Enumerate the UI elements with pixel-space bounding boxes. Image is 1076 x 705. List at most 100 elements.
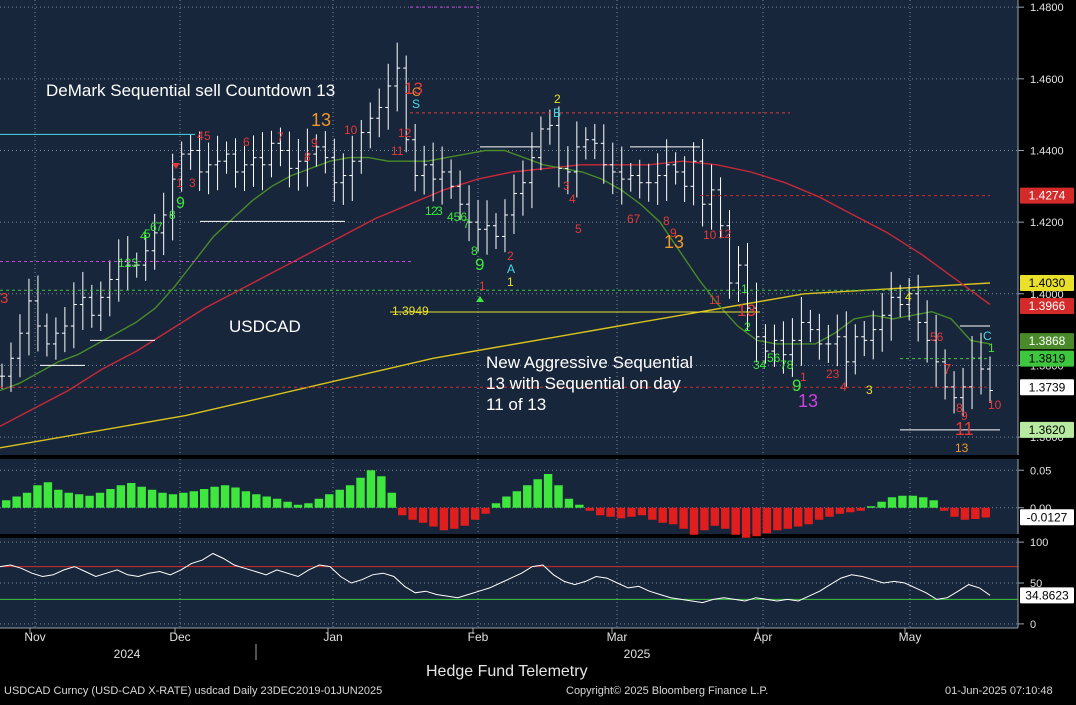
- momentum-bar: [64, 492, 73, 508]
- momentum-bar: [512, 491, 522, 508]
- td-count-label: 12: [718, 227, 732, 241]
- momentum-bar: [981, 507, 990, 518]
- momentum-bar: [689, 507, 699, 535]
- momentum-bar: [710, 507, 720, 526]
- momentum-bar: [168, 494, 178, 508]
- momentum-bar: [481, 507, 490, 514]
- momentum-tag: -0.0127: [1027, 510, 1068, 524]
- td-count-label: 4: [905, 290, 912, 304]
- td-count-label: 13: [737, 301, 756, 320]
- momentum-bar: [366, 470, 376, 508]
- momentum-bar: [846, 507, 855, 513]
- momentum-bar: [54, 489, 63, 508]
- td-count-label: C: [412, 85, 421, 99]
- momentum-bar: [74, 494, 84, 508]
- momentum-bar: [616, 507, 626, 519]
- td-count-label: 1: [988, 341, 995, 355]
- price-tag: 1.4030: [1029, 276, 1066, 290]
- momentum-bar: [762, 507, 772, 534]
- momentum-bar: [752, 507, 761, 537]
- momentum-bar: [325, 494, 334, 508]
- price-tag: 1.3868: [1029, 334, 1066, 348]
- price-tag: 1.3739: [1029, 380, 1066, 394]
- td-count-label: S: [412, 97, 420, 111]
- momentum-bar: [533, 479, 542, 508]
- momentum-bar: [835, 507, 845, 514]
- td-count-label: 3: [563, 179, 570, 193]
- momentum-bar: [137, 486, 146, 508]
- momentum-bar: [439, 507, 449, 531]
- aggressive-note-line3: 11 of 13: [486, 395, 546, 414]
- momentum-bar: [596, 507, 605, 516]
- x-tick-label: May: [899, 630, 922, 644]
- td-count-label: 9: [176, 195, 185, 212]
- price-tag: 1.4274: [1029, 189, 1066, 203]
- td-count-label: 56: [930, 330, 944, 344]
- momentum-bar: [491, 503, 501, 508]
- footer-timestamp: 01-Jun-2025 07:10:48: [945, 685, 1053, 697]
- momentum-bar: [887, 497, 897, 508]
- td-count-label: 2: [744, 320, 751, 334]
- td-count-label: 7: [277, 130, 284, 144]
- momentum-bar: [12, 496, 21, 508]
- td-count-label: 1: [800, 370, 807, 384]
- td-count-label: 34: [753, 358, 767, 372]
- price-tag: 1.3819: [1029, 352, 1066, 366]
- momentum-bar: [272, 498, 282, 508]
- td-count-label: 6: [150, 220, 157, 234]
- td-count-label: 3: [436, 204, 443, 218]
- momentum-bar: [627, 507, 636, 517]
- x-tick-label: Jan: [323, 630, 342, 644]
- td-count-label: 5: [204, 129, 211, 143]
- td-count-label: 56: [767, 351, 781, 365]
- momentum-bar: [127, 483, 136, 508]
- td-count-label: 11: [709, 293, 722, 307]
- x-tick-label: Mar: [607, 630, 628, 644]
- momentum-bar: [575, 504, 584, 508]
- momentum-bar: [554, 485, 563, 508]
- momentum-bar: [460, 507, 469, 526]
- momentum-bar: [700, 507, 709, 531]
- td-count-label: 4: [140, 229, 147, 243]
- momentum-bar: [783, 507, 792, 529]
- x-tick-label: Feb: [468, 630, 489, 644]
- momentum-bar: [387, 492, 396, 508]
- td-count-label: 8: [663, 214, 670, 228]
- td-count-label: 3: [0, 290, 8, 307]
- momentum-bar: [345, 485, 355, 508]
- momentum-bar: [95, 492, 105, 508]
- year-label: 2024: [114, 647, 141, 661]
- td-count-label: 4: [840, 380, 847, 394]
- momentum-bar: [231, 487, 240, 508]
- td-count-label: 11: [391, 144, 404, 158]
- tdst-level-label: 1.3949: [392, 304, 429, 318]
- momentum-bar: [814, 507, 824, 520]
- chart-canvas: 34 51 36 78910111213139876541231 23 45678912A…: [0, 0, 1076, 700]
- momentum-bar: [804, 507, 813, 525]
- momentum-bar: [189, 491, 198, 508]
- momentum-bar: [658, 507, 667, 523]
- td-count-label: 1: [479, 279, 486, 293]
- td-count-label: 8: [304, 150, 311, 164]
- momentum-bar: [773, 507, 782, 531]
- momentum-bar: [210, 486, 219, 508]
- momentum-bar: [960, 507, 970, 520]
- td-count-label: 3: [866, 383, 873, 397]
- momentum-bar: [939, 507, 949, 511]
- price-tick-label: 1.4800: [1030, 2, 1064, 14]
- td-count-label: 13: [311, 110, 331, 130]
- momentum-bar: [721, 507, 730, 529]
- td-count-label: 11: [955, 419, 974, 439]
- momentum-bar: [950, 507, 959, 517]
- momentum-bar: [2, 500, 11, 508]
- td-count-label: 1: [741, 282, 748, 296]
- momentum-bar: [866, 506, 876, 508]
- oscillator-tick-label: 0: [1030, 619, 1036, 631]
- td-count-label: 9: [311, 136, 318, 150]
- td-count-label: 1: [507, 275, 514, 289]
- momentum-bar: [648, 507, 657, 520]
- momentum-bar: [314, 498, 324, 508]
- momentum-bar: [116, 485, 126, 508]
- symbol-annotation: USDCAD: [229, 317, 301, 336]
- momentum-bar: [241, 491, 251, 508]
